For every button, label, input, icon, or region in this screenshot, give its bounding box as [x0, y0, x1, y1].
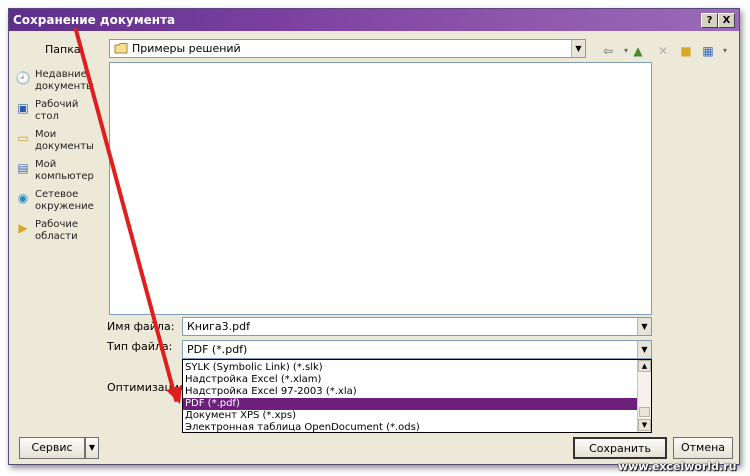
- annotation-arrow-icon: [74, 28, 182, 404]
- watermark: www.excelworld.ru: [618, 460, 737, 473]
